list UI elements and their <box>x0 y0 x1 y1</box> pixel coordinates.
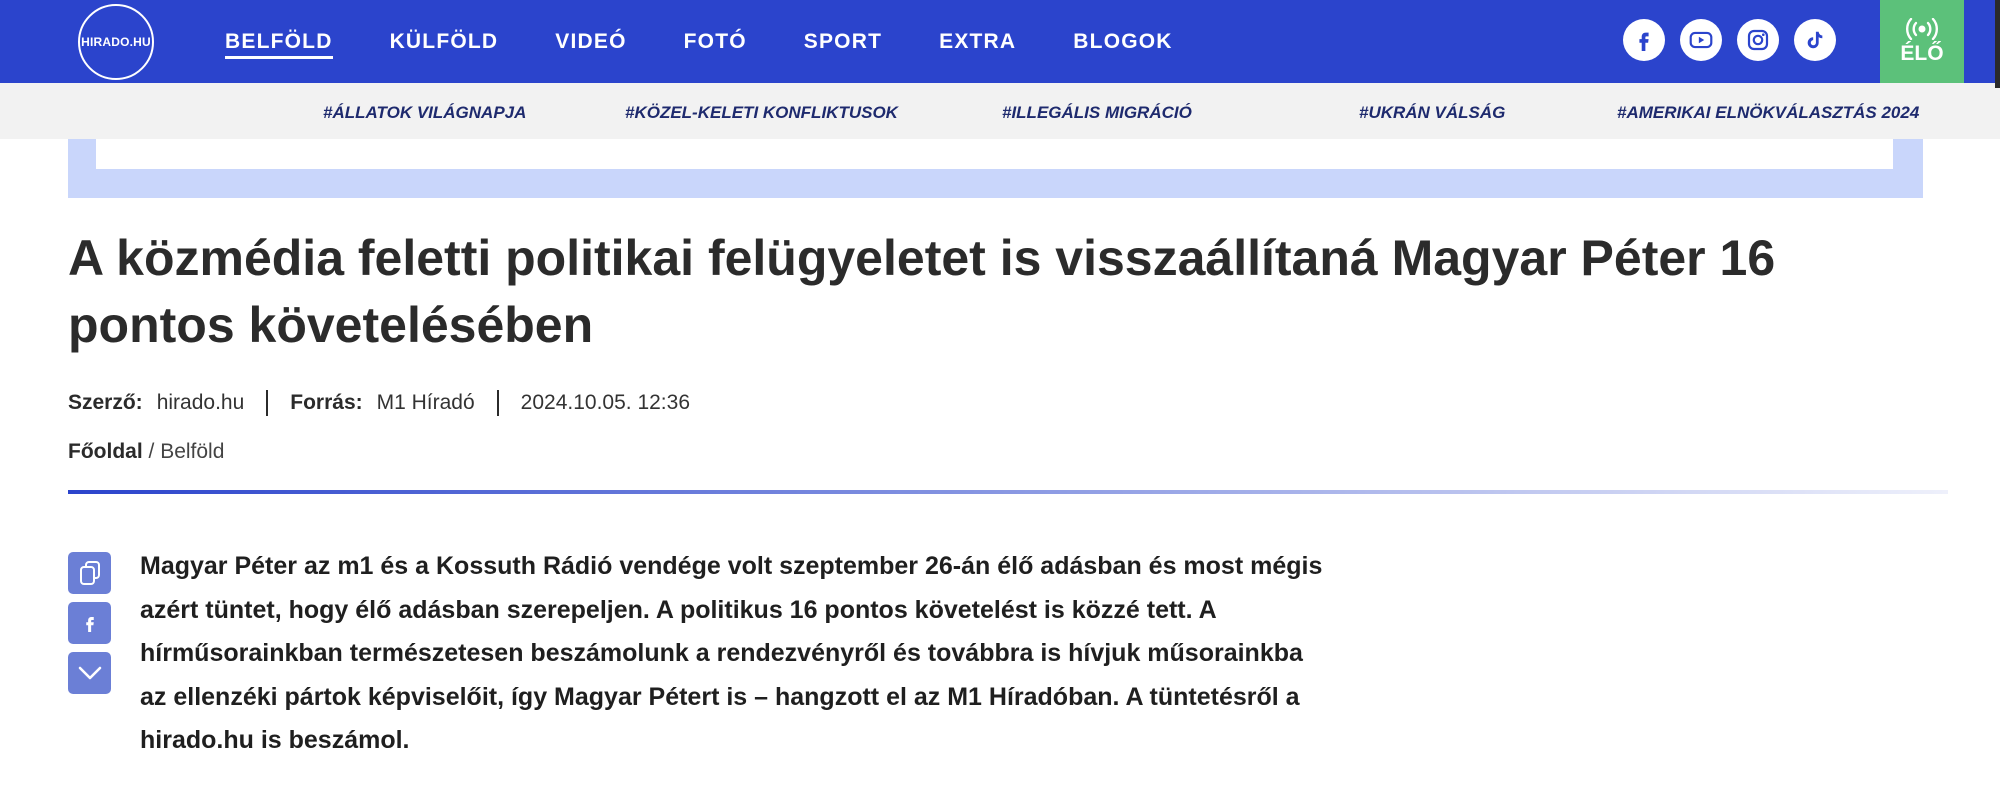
nav-item-blogok[interactable]: BLOGOK <box>1073 30 1172 54</box>
author-value: hirado.hu <box>156 391 245 414</box>
main-nav: BELFÖLD KÜLFÖLD VIDEÓ FOTÓ SPORT EXTRA B… <box>225 0 1230 83</box>
source-value: M1 Híradó <box>376 391 475 414</box>
article-title: A közmédia feletti politikai felügyelete… <box>68 230 1776 353</box>
breadcrumb-home[interactable]: Főoldal <box>68 440 143 463</box>
facebook-icon[interactable] <box>1623 19 1665 61</box>
top-navigation-bar: HIRADO.HU BELFÖLD KÜLFÖLD VIDEÓ FOTÓ SPO… <box>0 0 2000 83</box>
tiktok-icon[interactable] <box>1794 19 1836 61</box>
share-toolbar <box>68 552 111 702</box>
site-logo[interactable]: HIRADO.HU <box>78 4 154 80</box>
source-label: Forrás: <box>290 391 363 414</box>
facebook-icon <box>85 617 94 632</box>
copy-icon <box>79 561 100 585</box>
nav-item-sport[interactable]: SPORT <box>804 30 882 54</box>
chevron-down-icon <box>78 666 101 680</box>
logo-text: HIRADO.HU <box>81 35 151 49</box>
publish-datetime: 2024.10.05. 12:36 <box>520 391 690 414</box>
social-links <box>1623 19 1851 61</box>
live-stream-button[interactable]: ÉLŐ <box>1880 0 1964 83</box>
nav-item-kulfold[interactable]: KÜLFÖLD <box>390 30 499 54</box>
tag-allatok-vilagnapja[interactable]: #ÁLLATOK VILÁGNAPJA <box>323 83 526 139</box>
more-share-button[interactable] <box>68 652 111 694</box>
author-label: Szerző: <box>68 391 143 414</box>
trending-tags-bar: #ÁLLATOK VILÁGNAPJA #KÖZEL-KELETI KONFLI… <box>0 83 2000 139</box>
meta-separator <box>266 390 269 416</box>
youtube-icon[interactable] <box>1680 19 1722 61</box>
breadcrumb-section[interactable]: Belföld <box>160 440 224 463</box>
facebook-share-button[interactable] <box>68 602 111 644</box>
nav-item-video[interactable]: VIDEÓ <box>555 30 626 54</box>
ad-banner-content <box>96 139 1893 169</box>
article-lead: Magyar Péter az m1 és a Kossuth Rádió ve… <box>140 552 1323 754</box>
tag-amerikai-elnokvalasztas-2024[interactable]: #AMERIKAI ELNÖKVÁLASZTÁS 2024 <box>1617 83 1919 139</box>
gradient-divider <box>68 490 1948 494</box>
tag-illegalis-migracio[interactable]: #ILLEGÁLIS MIGRÁCIÓ <box>1002 83 1192 139</box>
breadcrumb-separator: / <box>142 440 161 463</box>
meta-separator <box>496 390 499 416</box>
instagram-icon[interactable] <box>1737 19 1779 61</box>
nav-item-belfold[interactable]: BELFÖLD <box>225 30 333 59</box>
nav-item-extra[interactable]: EXTRA <box>939 30 1016 54</box>
ad-banner-frame <box>68 139 1923 198</box>
nav-item-foto[interactable]: FOTÓ <box>684 30 747 54</box>
window-edge <box>1995 0 2000 88</box>
tag-ukran-valsag[interactable]: #UKRÁN VÁLSÁG <box>1359 83 1505 139</box>
live-label: ÉLŐ <box>1900 41 1944 65</box>
tag-kozel-keleti-konfliktusok[interactable]: #KÖZEL-KELETI KONFLIKTUSOK <box>625 83 898 139</box>
copy-link-button[interactable] <box>68 552 111 594</box>
live-broadcast-icon <box>1906 17 1938 40</box>
breadcrumb: Főoldal / Belföld <box>68 440 224 464</box>
article-meta: Szerző: hirado.hu Forrás: M1 Híradó 2024… <box>68 390 690 416</box>
